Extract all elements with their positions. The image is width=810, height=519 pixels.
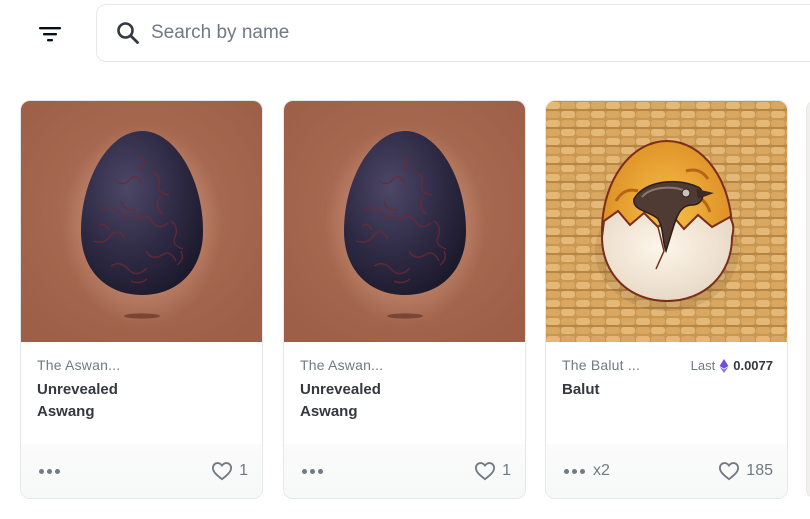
ethereum-icon bbox=[719, 358, 729, 373]
item-name: Balut bbox=[562, 379, 672, 401]
heart-outline-icon bbox=[475, 462, 496, 481]
item-name-line: Unrevealed bbox=[300, 381, 381, 398]
magnifier-icon bbox=[115, 20, 141, 46]
like-count: 1 bbox=[239, 462, 248, 479]
nft-card[interactable]: The Aswan... Unrevealed Aswang 1 bbox=[20, 100, 263, 499]
nft-image-dark-egg[interactable] bbox=[284, 101, 525, 342]
like-count: 185 bbox=[746, 462, 773, 479]
nft-card-partial[interactable] bbox=[806, 100, 810, 499]
favorite-button[interactable]: 1 bbox=[211, 461, 248, 481]
search-box bbox=[96, 4, 810, 62]
heart-outline-icon bbox=[212, 462, 233, 481]
ellipsis-icon bbox=[39, 468, 60, 474]
card-footer: 1 bbox=[284, 444, 525, 498]
item-name: Unrevealed Aswang bbox=[300, 379, 410, 423]
collection-name[interactable]: The Aswan... bbox=[37, 357, 250, 373]
item-name: Unrevealed Aswang bbox=[37, 379, 147, 423]
price-value: 0.0077 bbox=[733, 358, 773, 373]
more-options-button[interactable] bbox=[302, 468, 323, 474]
nft-image-balut-egg[interactable] bbox=[546, 101, 787, 342]
heart-outline-icon bbox=[719, 462, 740, 481]
quantity-label: x2 bbox=[593, 462, 610, 479]
item-name-line: Aswang bbox=[300, 403, 358, 420]
item-name-line: Aswang bbox=[37, 403, 95, 420]
filter-lines-icon bbox=[39, 27, 61, 42]
price-label: Last bbox=[690, 358, 716, 373]
nft-card[interactable]: The Aswan... Unrevealed Aswang 1 bbox=[283, 100, 526, 499]
card-info: The Aswan... Unrevealed Aswang bbox=[37, 357, 250, 423]
more-options-button[interactable]: x2 bbox=[564, 462, 610, 480]
like-count: 1 bbox=[502, 462, 511, 479]
nft-card[interactable]: The Balut ... Balut Last 0.0077 x2 185 bbox=[545, 100, 788, 499]
item-name-line: Unrevealed bbox=[37, 381, 118, 398]
search-input[interactable] bbox=[151, 13, 751, 53]
card-footer: x2 185 bbox=[546, 444, 787, 498]
ellipsis-icon bbox=[302, 468, 323, 474]
favorite-button[interactable]: 1 bbox=[474, 461, 511, 481]
more-options-button[interactable] bbox=[39, 468, 60, 474]
ellipsis-icon bbox=[564, 468, 585, 474]
collection-name[interactable]: The Aswan... bbox=[300, 357, 513, 373]
toolbar bbox=[0, 0, 810, 70]
nft-image-dark-egg[interactable] bbox=[21, 101, 262, 342]
card-footer: 1 bbox=[21, 444, 262, 498]
favorite-button[interactable]: 185 bbox=[718, 461, 773, 481]
filter-button[interactable] bbox=[30, 14, 70, 54]
item-name-line: Balut bbox=[562, 381, 600, 398]
card-info: The Aswan... Unrevealed Aswang bbox=[300, 357, 513, 423]
last-sale-price: Last 0.0077 bbox=[691, 358, 773, 373]
